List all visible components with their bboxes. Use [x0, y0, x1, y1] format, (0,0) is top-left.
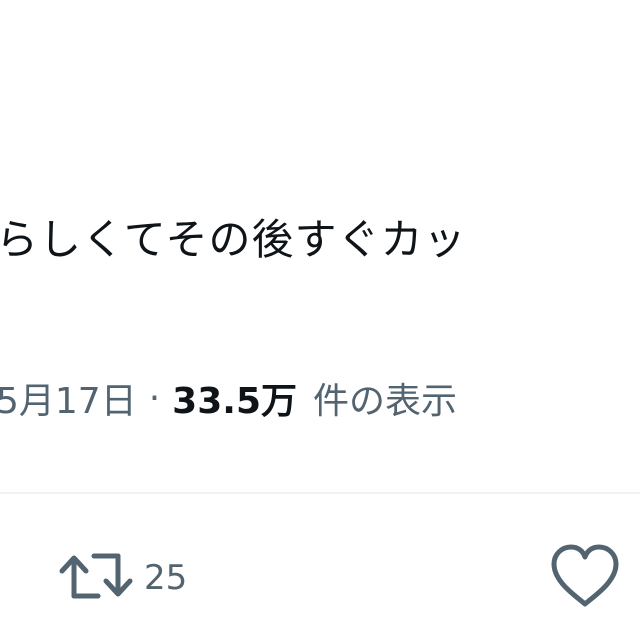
retweet-count: 25	[144, 558, 188, 598]
tweet-text: らしくてその後すぐカッ	[0, 215, 467, 264]
heart-icon	[548, 544, 622, 614]
views-count[interactable]: 33.5万	[172, 372, 297, 424]
tweet-meta: 5月17日 · 33.5万 件の表示	[0, 370, 457, 426]
retweet-icon	[58, 546, 134, 610]
retweet-button[interactable]: 25	[58, 546, 187, 610]
views-label[interactable]: 件の表示	[313, 372, 457, 424]
tweet-date[interactable]: 5月17日	[0, 372, 137, 424]
divider	[0, 492, 640, 494]
action-bar: 25	[0, 540, 640, 612]
like-button[interactable]	[548, 542, 622, 614]
meta-separator: ·	[148, 377, 161, 419]
